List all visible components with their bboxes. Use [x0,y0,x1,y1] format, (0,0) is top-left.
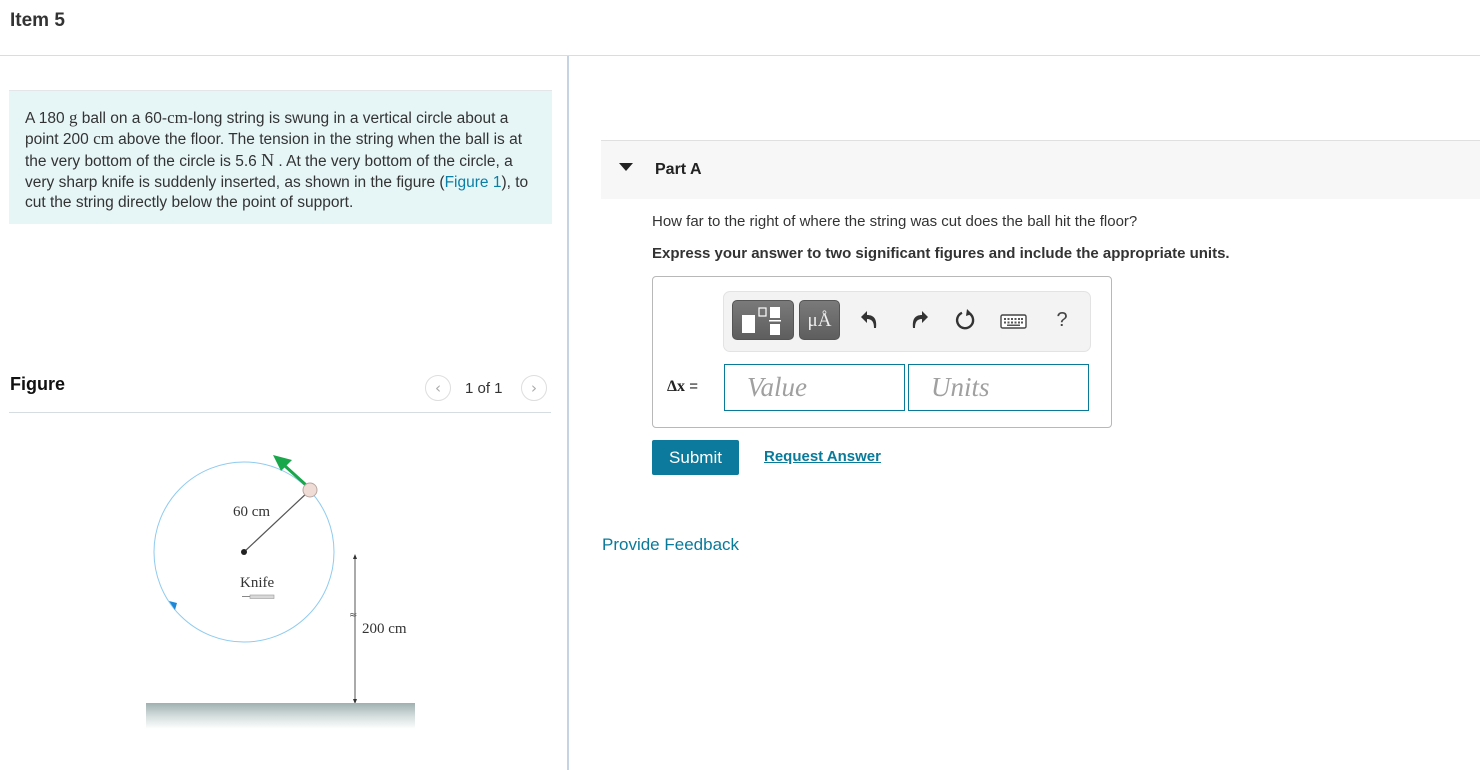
help-button[interactable]: ? [1052,309,1072,333]
dimension-arrow-top-icon [353,554,357,559]
units-button[interactable]: μÅ [799,300,840,340]
keyboard-button[interactable] [999,312,1029,330]
direction-arrow-icon [169,601,177,610]
string [243,490,310,553]
problem-text-segment: ball on a 60- [77,110,168,127]
reset-button[interactable] [953,307,979,333]
templates-button[interactable] [732,300,794,340]
floor [146,703,415,729]
variable-label: Δx = [667,378,698,396]
part-a-header[interactable] [601,141,1480,199]
pane-divider[interactable] [567,56,569,770]
undo-button[interactable] [858,308,884,332]
figure-next-button[interactable]: › [521,375,547,401]
figure-heading: Figure [10,374,66,394]
provide-feedback-link[interactable]: Provide Feedback [602,535,739,555]
figure-divider [9,412,551,413]
break-symbol: ≈ [349,610,357,621]
units-icon: μÅ [807,310,832,331]
unit-cm: cm [93,129,114,149]
units-input[interactable] [908,364,1089,411]
undo-icon [861,311,877,328]
request-answer-link[interactable]: Request Answer [764,448,881,465]
chevron-right-icon: › [531,379,537,397]
variable-symbol: Δx [667,378,686,395]
figure-link[interactable]: Figure 1 [445,174,502,191]
knife-icon [242,594,275,599]
question-text: How far to the right of where the string… [652,213,1138,230]
height-label: 200 cm [362,621,407,637]
chevron-left-icon: ‹ [435,379,441,397]
templates-icon [742,307,781,335]
problem-statement: A 180 g ball on a 60-cm-long string is s… [9,90,552,224]
unit-newton: N [261,150,275,171]
problem-text-segment: A 180 [25,110,69,127]
pivot-point [241,549,247,555]
instruction-text: Express your answer to two significant f… [652,245,1230,262]
help-icon: ? [1056,309,1068,331]
figure-diagram: 60 cm Knife ≈ 200 cm [146,455,415,729]
caret-down-icon[interactable] [619,163,633,171]
redo-button[interactable] [905,308,931,332]
submit-button[interactable]: Submit [652,440,739,475]
knife-label: Knife [240,575,274,591]
part-a-title[interactable]: Part A [655,161,702,179]
figure-prev-button[interactable]: ‹ [425,375,451,401]
equals-sign: = [685,378,698,395]
velocity-arrow [283,464,308,487]
header-divider [0,55,1480,56]
reset-icon [955,309,975,330]
problem-text: A 180 g ball on a 60-cm-long string is s… [25,108,537,213]
figure-counter: 1 of 1 [465,380,503,397]
keyboard-icon [1000,314,1027,329]
ball [302,482,318,498]
radius-label: 60 cm [233,504,270,520]
value-input[interactable] [724,364,905,411]
redo-icon [912,311,928,328]
unit-cm: cm [167,108,188,127]
item-title: Item 5 [10,10,65,31]
